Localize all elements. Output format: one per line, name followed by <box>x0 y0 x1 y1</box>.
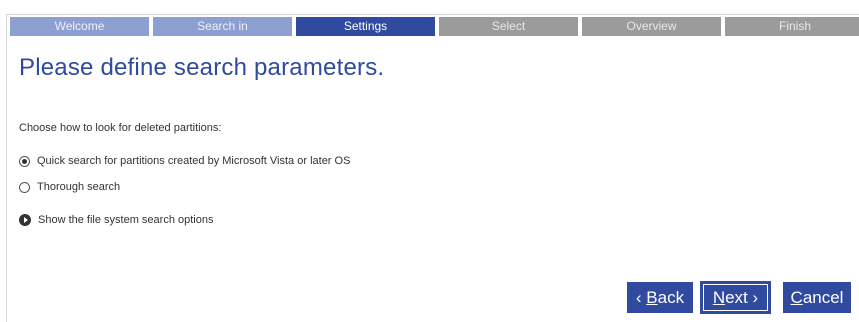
thorough-search-radio[interactable] <box>19 181 30 193</box>
wizard-steps: Welcome Search in Settings Select Overvi… <box>10 17 859 36</box>
step-settings: Settings <box>296 17 435 36</box>
next-mnemonic: N <box>712 288 726 307</box>
step-finish: Finish <box>725 17 859 36</box>
fs-options-label: Show the file system search options <box>38 214 214 226</box>
expand-arrow-icon[interactable] <box>19 214 31 226</box>
next-button[interactable]: Next › <box>701 282 770 313</box>
back-button[interactable]: ‹ Back <box>627 282 693 313</box>
thorough-search-label: Thorough search <box>37 181 121 193</box>
cancel-button[interactable]: Cancel <box>783 282 851 313</box>
fs-options-toggle[interactable]: Show the file system search options <box>19 214 213 226</box>
step-welcome: Welcome <box>10 17 149 36</box>
cancel-rest: ancel <box>802 288 844 307</box>
quick-search-option[interactable]: Quick search for partitions created by M… <box>19 155 350 167</box>
back-prefix: ‹ <box>635 288 647 307</box>
search-method-prompt: Choose how to look for deleted partition… <box>19 122 222 134</box>
next-rest: ext <box>725 288 748 307</box>
back-rest: ack <box>657 288 685 307</box>
cancel-mnemonic: C <box>790 288 803 307</box>
quick-search-label: Quick search for partitions created by M… <box>37 155 351 167</box>
page-title: Please define search parameters. <box>19 54 385 81</box>
quick-search-radio[interactable] <box>19 155 30 167</box>
thorough-search-option[interactable]: Thorough search <box>19 181 120 193</box>
step-select: Select <box>439 17 578 36</box>
back-mnemonic: B <box>646 288 658 307</box>
step-search-in: Search in <box>153 17 292 36</box>
next-suffix: › <box>747 288 759 307</box>
step-overview: Overview <box>582 17 721 36</box>
